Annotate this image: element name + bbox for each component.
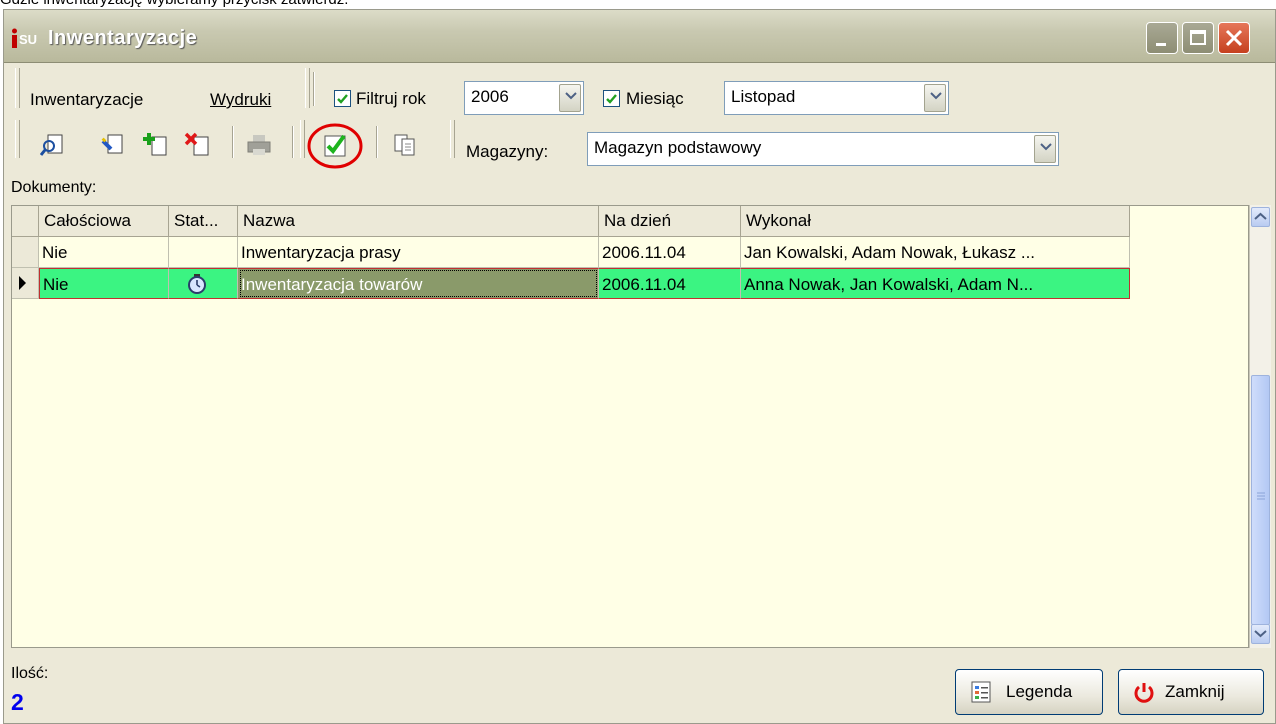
maximize-icon: [1190, 30, 1206, 45]
warehouse-label: Magazyny:: [466, 142, 549, 161]
close-icon: [1225, 29, 1243, 47]
close-button[interactable]: Zamknij: [1118, 669, 1264, 715]
vertical-scrollbar[interactable]: [1249, 205, 1271, 648]
toolbar-separator: [313, 72, 315, 106]
row-indicator: [12, 237, 39, 268]
column-header-na-dzien[interactable]: Na dzień: [599, 206, 741, 237]
chevron-down-icon[interactable]: [1034, 135, 1056, 163]
filter-year-label: Filtruj rok: [356, 89, 426, 108]
close-button-label: Zamknij: [1165, 682, 1225, 701]
column-header-wykonal[interactable]: Wykonał: [741, 206, 1130, 237]
clock-icon: [188, 274, 206, 294]
count-label: Ilość:: [11, 665, 49, 682]
toolbar-separator: [232, 126, 234, 158]
toolbar-separator: [292, 126, 294, 158]
edit-icon[interactable]: [100, 132, 126, 158]
power-icon: [1134, 683, 1154, 703]
toolbar-separator: [376, 126, 378, 158]
cell-na-dzien: 2006.11.04: [599, 237, 741, 268]
year-value: 2006: [471, 87, 509, 106]
year-select[interactable]: 2006: [464, 81, 584, 115]
count-value: 2: [11, 689, 24, 715]
warehouse-value: Magazyn podstawowy: [594, 138, 762, 157]
chevron-down-icon: [1254, 630, 1267, 638]
cell-wykonal: Anna Nowak, Jan Kowalski, Adam N...: [741, 268, 1130, 299]
copy-icon[interactable]: [392, 132, 418, 158]
month-select[interactable]: Listopad: [724, 81, 949, 115]
close-window-button[interactable]: [1218, 22, 1250, 54]
preview-icon[interactable]: [40, 132, 66, 158]
minimize-button[interactable]: [1146, 22, 1178, 54]
filter-year-checkbox[interactable]: [334, 90, 351, 107]
chevron-down-icon[interactable]: [559, 84, 581, 112]
minimize-icon: [1156, 43, 1166, 46]
filter-month-label: Miesiąc: [626, 89, 684, 108]
column-header-status[interactable]: Stat...: [169, 206, 238, 237]
maximize-button[interactable]: [1182, 22, 1214, 54]
add-icon[interactable]: [142, 132, 168, 158]
cell-nazwa-focused: Inwentaryzacja towarów: [238, 268, 599, 299]
highlight-circle: [307, 123, 363, 169]
check-icon: [337, 94, 348, 104]
toolbar-grip[interactable]: [15, 120, 20, 158]
grip-lines-icon: [1257, 492, 1265, 500]
chevron-down-icon[interactable]: [924, 84, 946, 112]
cell-nazwa: Inwentaryzacja prasy: [238, 237, 599, 268]
window-title: Inwentaryzacje: [48, 27, 198, 49]
column-header-calosciowa[interactable]: Całościowa: [39, 206, 169, 237]
filter-month-checkbox[interactable]: [603, 90, 620, 107]
scroll-down-button[interactable]: [1251, 624, 1270, 644]
legend-button-label: Legenda: [1006, 682, 1073, 701]
title-bar[interactable]: SU Inwentaryzacje: [4, 10, 1275, 63]
row-indicator: [12, 268, 39, 299]
cell-status: [169, 268, 238, 299]
menu-wydruki[interactable]: Wydruki: [210, 90, 271, 110]
toolbar-grip[interactable]: [15, 68, 20, 108]
cell-wykonal: Jan Kowalski, Adam Nowak, Łukasz ...: [741, 237, 1130, 268]
warehouse-select[interactable]: Magazyn podstawowy: [587, 132, 1059, 166]
legend-button[interactable]: Legenda: [955, 669, 1103, 715]
menu-inwentaryzacje[interactable]: Inwentaryzacje: [30, 90, 143, 110]
scrollbar-thumb[interactable]: [1251, 375, 1270, 625]
scroll-up-button[interactable]: [1251, 207, 1270, 227]
chevron-up-icon: [1254, 212, 1267, 220]
month-value: Listopad: [731, 87, 796, 106]
toolbar-grip[interactable]: [305, 68, 310, 108]
cell-calosciowa: Nie: [39, 268, 169, 299]
cell-na-dzien: 2006.11.04: [599, 268, 741, 299]
row-header-corner: [12, 206, 39, 237]
cell-calosciowa: Nie: [39, 237, 169, 268]
toolbar-grip[interactable]: [450, 120, 455, 158]
delete-icon[interactable]: [184, 132, 210, 158]
page-caption: Gdzie inwentaryzację wybieramy przycisk …: [0, 0, 1276, 9]
documents-table: Całościowa Stat... Nazwa Na dzień Wykona…: [11, 205, 1249, 648]
toolbar-grip[interactable]: [300, 120, 305, 158]
menu-wydruki-label: Wydruki: [210, 90, 272, 109]
current-row-arrow-icon: [19, 276, 26, 290]
inwentaryzacje-window: SU Inwentaryzacje Inwentaryzacje Wydruki…: [3, 9, 1276, 724]
documents-label: Dokumenty:: [11, 179, 97, 196]
legend-icon: [971, 681, 991, 703]
cell-status: [169, 237, 238, 268]
svg-text:SU: SU: [19, 32, 37, 47]
column-header-nazwa[interactable]: Nazwa: [238, 206, 599, 237]
app-logo-icon: SU: [12, 28, 37, 48]
check-icon: [606, 94, 617, 104]
print-icon[interactable]: [246, 132, 272, 158]
